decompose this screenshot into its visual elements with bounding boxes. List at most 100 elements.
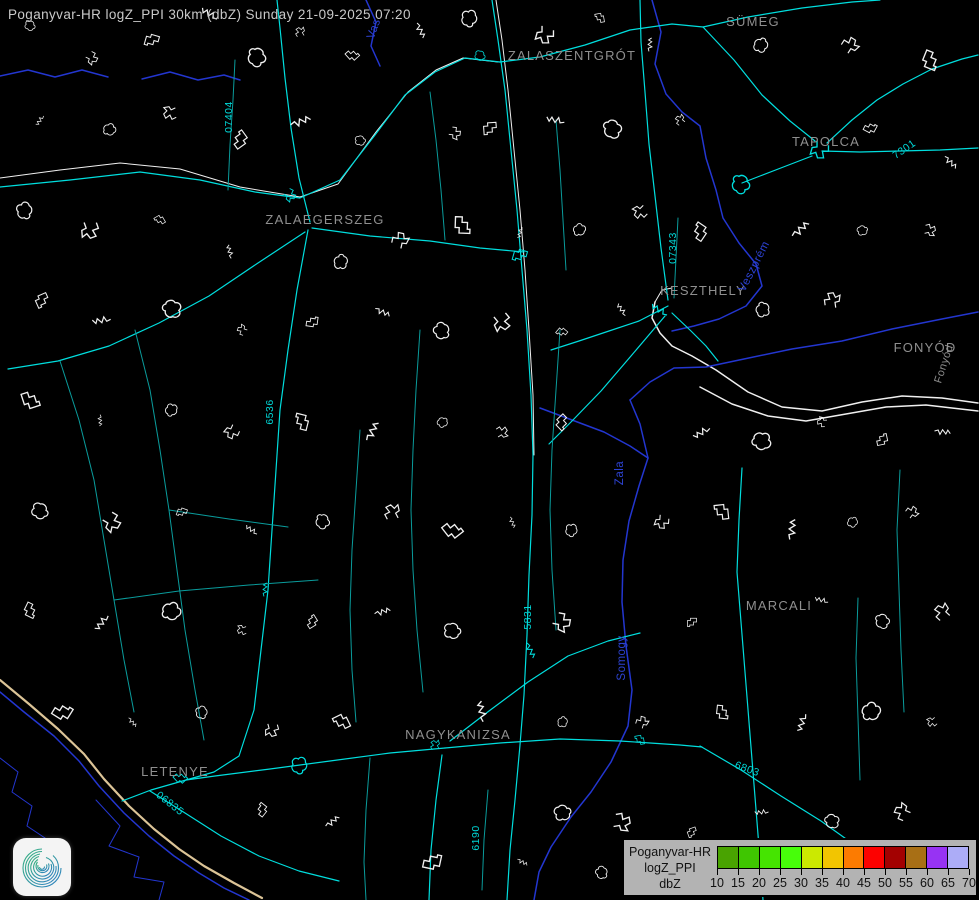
settlement-outline <box>291 113 311 130</box>
legend-line-unit: dbZ <box>624 876 716 892</box>
settlement-outline <box>390 230 410 250</box>
city-label: MARCALI <box>746 598 812 613</box>
settlement-outline <box>442 621 462 640</box>
settlement-outline <box>23 602 39 618</box>
settlement-outline <box>496 426 508 438</box>
legend-tick-value: 10 <box>710 876 724 890</box>
legend-tick-value: 60 <box>920 876 934 890</box>
settlement-outline <box>293 413 309 430</box>
legend-tick-value: 70 <box>962 876 976 890</box>
settlement-outline <box>492 312 511 331</box>
settlement-outline <box>781 519 802 540</box>
legend-color-cell <box>717 846 738 869</box>
settlement-outline <box>52 701 74 722</box>
legend-color-cell <box>738 846 759 869</box>
settlement-outline <box>643 37 657 51</box>
settlement-outline <box>423 852 442 870</box>
legend-tick <box>843 869 844 875</box>
settlement-outline <box>840 35 860 55</box>
road-number-label: 6803 <box>733 759 761 779</box>
settlement-outline <box>31 503 48 520</box>
settlement-outline <box>653 513 670 530</box>
settlement-outline <box>612 812 632 832</box>
settlement-outline <box>595 13 605 23</box>
legend-tick-value: 15 <box>731 876 745 890</box>
settlement-outline <box>84 50 99 65</box>
legend-tick <box>717 869 718 875</box>
legend-ticks <box>717 869 969 875</box>
settlement-outline <box>244 45 269 69</box>
legend-tick-value: 55 <box>899 876 913 890</box>
settlement-outline <box>236 324 249 337</box>
settlement-outline <box>728 172 753 196</box>
legend-tick <box>906 869 907 875</box>
settlement-outline <box>824 814 839 829</box>
settlement-outline <box>508 517 517 528</box>
settlement-outline <box>455 217 470 234</box>
settlement-outline <box>859 700 882 723</box>
settlement-outline <box>332 713 350 732</box>
legend-tick-value: 20 <box>752 876 766 890</box>
settlement-outline <box>873 613 890 630</box>
settlement-outline <box>414 23 426 38</box>
settlement-outline <box>375 304 390 321</box>
settlement-outline <box>863 121 877 135</box>
settlement-outline <box>313 512 332 531</box>
radar-viewer: SÜMEGZALASZENTGRÓTTAPOLCAZALAEGERSZEGKES… <box>0 0 979 900</box>
settlement-outline <box>165 404 177 417</box>
settlement-outline <box>305 615 319 629</box>
legend-tick <box>822 869 823 875</box>
settlement-outline <box>823 291 841 309</box>
settlement-outline <box>934 424 951 440</box>
legend-tick-value: 50 <box>878 876 892 890</box>
settlement-outline <box>686 827 697 838</box>
settlement-outline <box>792 714 811 731</box>
city-label: TAPOLCA <box>792 134 860 149</box>
county-label: Somogy <box>616 635 628 680</box>
road-number-label: 6536 <box>264 399 276 424</box>
settlement-outline <box>601 119 623 140</box>
legend-color-cell <box>884 846 905 869</box>
settlement-outline <box>93 616 110 630</box>
settlement-outline <box>753 300 772 319</box>
legend-tick <box>759 869 760 875</box>
legend-product-label: Poganyvar-HR logZ_PPI dbZ <box>624 844 716 892</box>
settlement-outline <box>815 593 829 607</box>
legend-color-cell <box>947 846 969 869</box>
settlement-outline <box>442 519 464 541</box>
settlement-outline <box>101 511 123 533</box>
county-label: Zala <box>614 461 626 485</box>
settlement-outline <box>164 107 177 120</box>
settlement-outline <box>926 716 937 727</box>
met-spiral-logo <box>13 838 71 896</box>
spiral-icon <box>13 838 71 896</box>
settlement-outline <box>564 522 579 538</box>
settlement-outline <box>246 523 257 537</box>
settlement-outline <box>749 429 773 453</box>
settlement-outline <box>333 253 350 270</box>
legend-color-cell <box>801 846 822 869</box>
product-title: Poganyvar-HR logZ_PPI 30km (dbZ) Sunday … <box>8 7 411 22</box>
settlement-outline <box>385 505 400 520</box>
road-number-label: 07343 <box>667 232 679 264</box>
legend-tick-value: 45 <box>857 876 871 890</box>
legend-tick-value: 65 <box>941 876 955 890</box>
settlement-outline <box>557 716 568 728</box>
settlement-outline <box>237 625 247 635</box>
legend-tick <box>948 869 949 875</box>
settlement-outline <box>855 223 869 237</box>
settlement-outline <box>674 114 686 126</box>
city-label: LETENYE <box>141 764 209 779</box>
settlement-outline <box>345 47 360 62</box>
road-number-label: 5831 <box>522 604 534 629</box>
settlement-outline <box>129 717 137 727</box>
road-number-label: 06835 <box>154 789 186 818</box>
legend-tick <box>780 869 781 875</box>
settlement-outline <box>617 303 626 315</box>
legend-tick-value: 40 <box>836 876 850 890</box>
settlement-outline <box>362 422 383 440</box>
settlement-outline <box>254 802 268 817</box>
legend-color-cell <box>843 846 864 869</box>
legend-tick <box>969 869 970 875</box>
settlement-outline <box>517 856 527 868</box>
